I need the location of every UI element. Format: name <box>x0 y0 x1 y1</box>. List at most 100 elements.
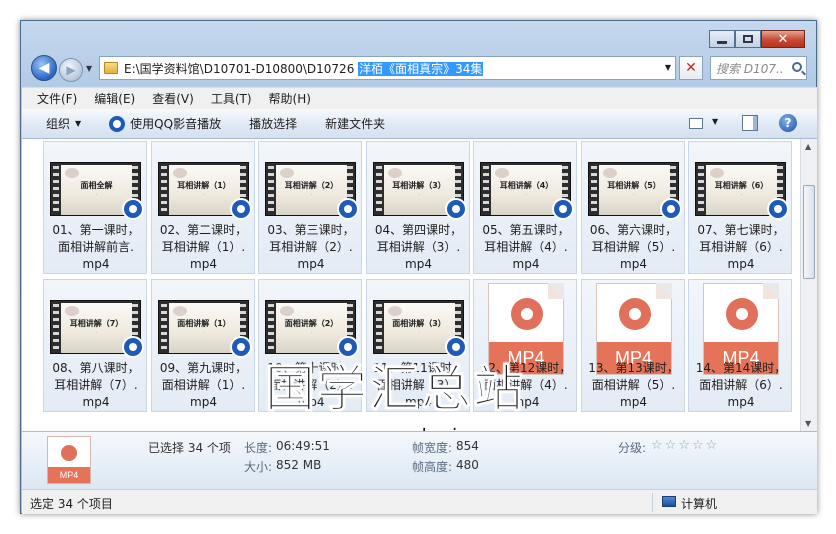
preview-pane-icon[interactable] <box>742 115 758 131</box>
file-item[interactable]: 面相全解 · 01、第一课时， 面相讲解前言. mp4 <box>43 141 147 274</box>
thumbnail-subtitle: · <box>203 330 205 336</box>
search-icon[interactable] <box>792 62 802 72</box>
menu-view[interactable]: 查看(V) <box>152 90 194 107</box>
file-item[interactable]: 耳相讲解（7） · 08、第八课时， 耳相讲解（7）. mp4 <box>43 279 147 412</box>
file-name: 13、第13课时， 面相讲解（5）. mp4 <box>582 360 686 411</box>
file-item[interactable]: 面相讲解（1） · 09、第九课时， 面相讲解（1）. mp4 <box>150 279 256 412</box>
close-icon: ✕ <box>777 31 789 47</box>
thumbnail-subtitle: · <box>740 192 743 198</box>
star-icon[interactable]: ☆ <box>692 438 706 453</box>
qq-player-icon <box>337 198 359 220</box>
recent-pages-dropdown[interactable]: ▼ <box>86 64 92 73</box>
file-name-line: 面相讲解（5）. <box>591 378 676 392</box>
file-item[interactable]: 耳相讲解（5） · 06、第六课时， 耳相讲解（5）. mp4 <box>580 141 685 274</box>
thumbnail-subtitle: · <box>418 192 420 198</box>
play-selection-button[interactable]: 播放选择 <box>249 115 297 132</box>
star-icon[interactable]: ☆ <box>706 438 720 453</box>
file-name-line: 耳相讲解（5）. <box>591 240 676 254</box>
star-icon[interactable]: ☆ <box>651 438 665 453</box>
forward-arrow-icon: ▶ <box>66 63 76 77</box>
frame-width-label: 帧宽度: <box>412 441 453 455</box>
file-name-line: mp4 <box>190 257 217 271</box>
file-name-line: 04、第四课时， <box>374 223 463 237</box>
address-bar[interactable]: E:\国学资料馆\D10701-D10800\D10726 洋栢《面相真宗》34… <box>99 56 676 80</box>
vertical-scrollbar[interactable]: ▲ ▼ <box>800 139 817 431</box>
menu-help[interactable]: 帮助(H) <box>269 90 311 107</box>
ink-blossom-icon <box>602 168 617 178</box>
minimize-button[interactable] <box>709 30 735 48</box>
file-name-line: mp4 <box>620 395 647 409</box>
page-fold <box>763 283 779 299</box>
thumbnail-subtitle: · <box>95 330 98 336</box>
navigation-bar: ◀ ▶ ▼ E:\国学资料馆\D10701-D10800\D10726 洋栢《面… <box>29 55 809 83</box>
page-fold <box>655 283 672 299</box>
close-button[interactable]: ✕ <box>761 30 805 48</box>
file-name-line: mp4 <box>405 257 432 271</box>
folder-icon <box>104 62 118 74</box>
clear-address-button[interactable]: ✕ <box>679 56 703 80</box>
computer-icon <box>662 496 676 507</box>
file-item[interactable]: 耳相讲解（1） · 02、第二课时， 耳相讲解（1）. mp4 <box>150 141 255 274</box>
file-name: 09、第九课时， 面相讲解（1）. mp4 <box>152 360 256 411</box>
file-item[interactable]: MP4 14、第14课时， 面相讲解（6）. mp4 <box>688 279 792 412</box>
duration-value: 06:49:51 <box>276 439 330 453</box>
address-dropdown-icon[interactable]: ▼ <box>665 63 671 72</box>
file-item[interactable]: 耳相讲解（3） · 04、第四课时， 耳相讲解（3）. mp4 <box>365 141 470 274</box>
thumbnail-frame: 面相讲解（1） · <box>168 303 240 353</box>
help-icon[interactable]: ? <box>779 114 797 132</box>
ink-blossom-icon <box>65 168 79 178</box>
file-item[interactable]: MP4 13、第13课时， 面相讲解（5）. mp4 <box>580 279 686 412</box>
organize-button[interactable]: 组织 ▼ <box>46 115 81 132</box>
thumbnail-title: 耳相讲解（7） <box>69 319 124 328</box>
thumbnail-subtitle: · <box>633 192 635 198</box>
thumbnail-title: 面相讲解（3） <box>392 319 446 328</box>
star-icon[interactable]: ☆ <box>678 438 692 453</box>
thumbnail-title: 耳相讲解（1） <box>177 181 231 190</box>
file-item[interactable]: 耳相讲解（4） · 05、第五课时， 耳相讲解（4）. mp4 <box>473 141 577 274</box>
menu-file[interactable]: 文件(F) <box>37 90 77 107</box>
maximize-button[interactable] <box>735 30 761 48</box>
thumbnail-title: 耳相讲解（2） <box>284 181 339 190</box>
rating-stars[interactable]: ☆☆☆☆☆ <box>651 438 719 453</box>
file-name-line: 面相讲解（6）. <box>699 378 783 392</box>
qq-player-icon <box>229 198 252 220</box>
file-item[interactable]: 耳相讲解（6） · 07、第七课时， 耳相讲解（6）. mp4 <box>688 141 792 274</box>
file-name-line: mp4 <box>82 395 110 409</box>
new-folder-label: 新建文件夹 <box>325 117 386 131</box>
play-qq-label: 使用QQ影音播放 <box>130 117 222 131</box>
play-with-qq-button[interactable]: 使用QQ影音播放 <box>109 115 221 132</box>
menu-edit[interactable]: 编辑(E) <box>94 90 135 107</box>
maximize-icon <box>743 35 753 43</box>
file-name-line: 耳相讲解（6）. <box>699 240 783 254</box>
thumbnail-title: 面相讲解（2） <box>284 319 339 328</box>
frame-width-value: 854 <box>456 439 479 453</box>
file-item[interactable]: 耳相讲解（2） · 03、第三课时， 耳相讲解（2）. mp4 <box>258 141 362 274</box>
mp4-band: MP4 <box>48 467 90 483</box>
status-computer: 计算机 <box>681 497 718 511</box>
ink-blossom-icon <box>387 306 402 316</box>
back-button[interactable]: ◀ <box>31 55 57 81</box>
chevron-down-icon: ▼ <box>75 119 82 128</box>
film-strip <box>160 166 167 214</box>
thumbnail-subtitle: · <box>525 192 528 198</box>
menu-tools[interactable]: 工具(T) <box>211 90 252 107</box>
star-icon[interactable]: ☆ <box>665 438 679 453</box>
film-strip <box>53 304 59 352</box>
scrollbar-thumb[interactable] <box>803 185 815 279</box>
file-name-line: 03、第三课时， <box>267 223 355 237</box>
scroll-up-icon[interactable]: ▲ <box>805 142 811 151</box>
file-name-line: 14、第14课时， <box>695 361 787 375</box>
scroll-down-icon[interactable]: ▼ <box>805 419 811 428</box>
file-name-line: mp4 <box>297 257 325 271</box>
film-strip <box>160 304 167 352</box>
chevron-down-icon[interactable]: ▼ <box>712 117 718 126</box>
views-icon[interactable] <box>689 118 703 129</box>
new-folder-button[interactable]: 新建文件夹 <box>325 115 385 132</box>
file-name-line: 08、第八课时， <box>52 361 140 375</box>
ink-blossom-icon <box>172 306 187 316</box>
forward-button[interactable]: ▶ <box>59 58 83 82</box>
thumbnail-subtitle: · <box>95 192 98 198</box>
file-name-line: 耳相讲解（7）. <box>54 378 138 392</box>
search-input[interactable]: 搜索 D107... <box>710 56 807 80</box>
explorer-window: ✕ ◀ ▶ ▼ E:\国学资料馆\D10701-D10800\D10726 洋栢… <box>20 20 817 514</box>
